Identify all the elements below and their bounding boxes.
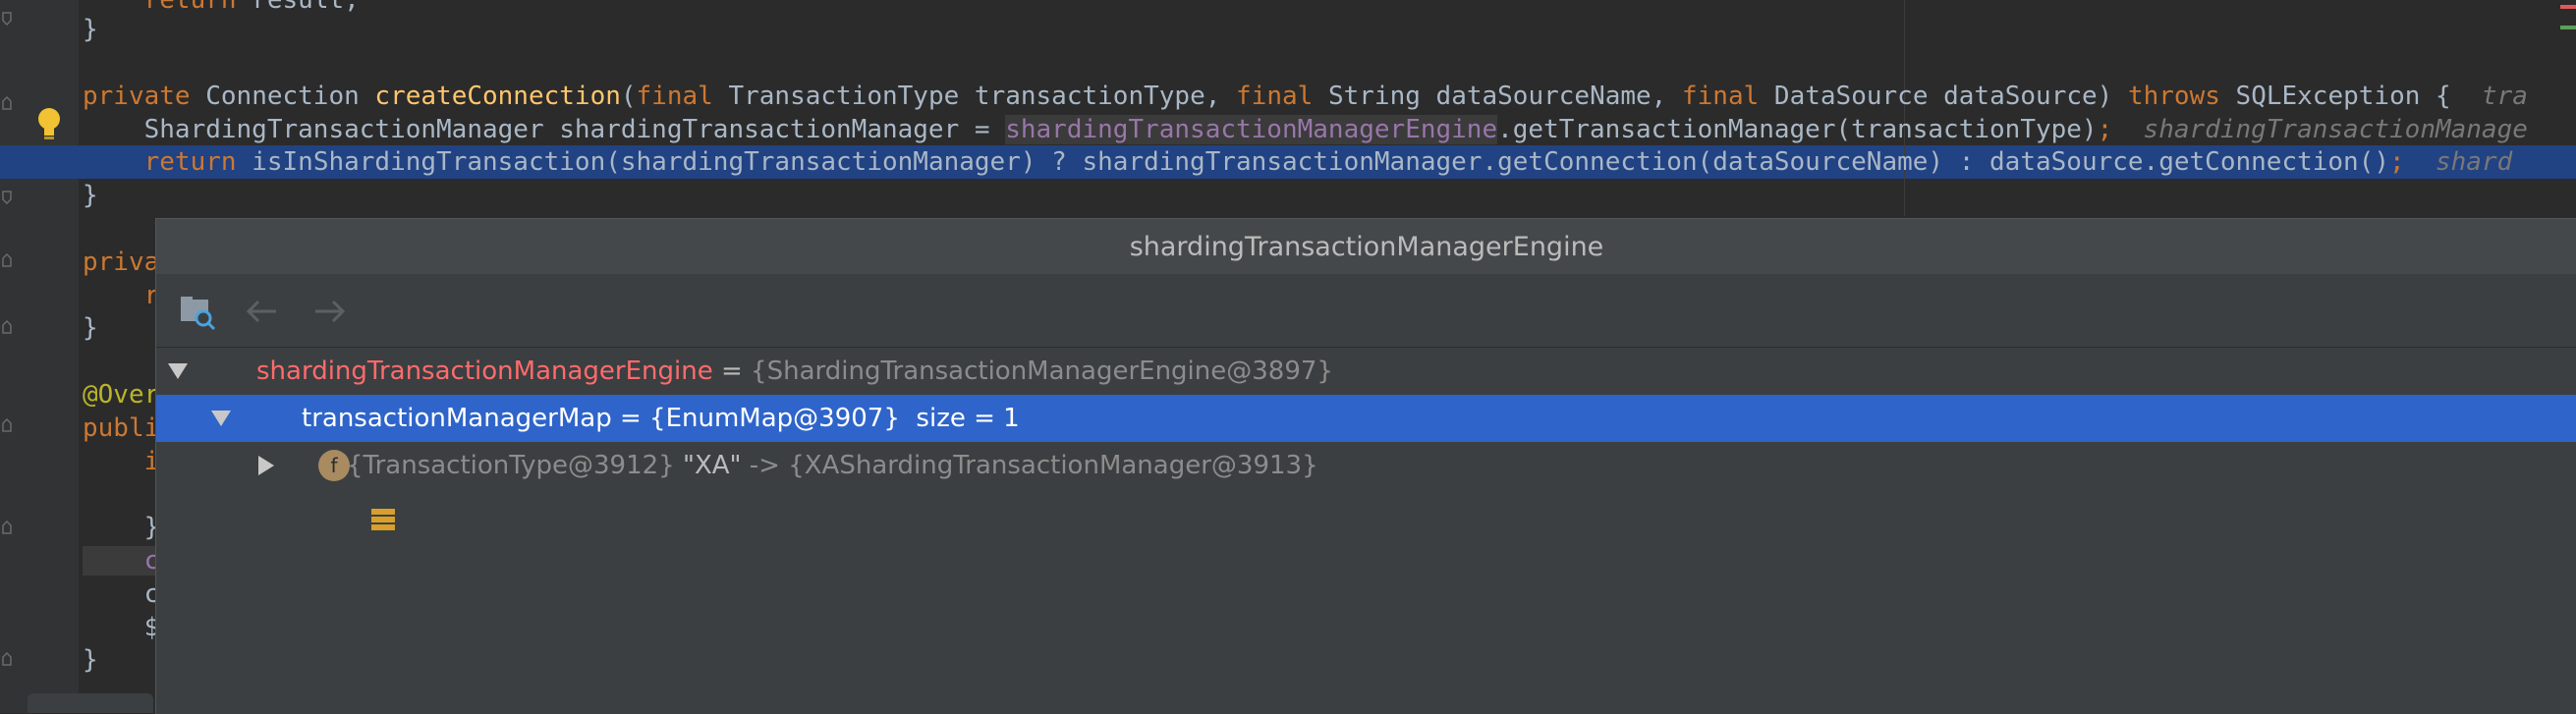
- code-line[interactable]: ShardingTransactionManager shardingTrans…: [83, 113, 2528, 146]
- entry-value: {XAShardingTransactionManager@3913}: [788, 451, 1318, 480]
- lightbulb-icon[interactable]: [35, 106, 63, 143]
- code-line[interactable]: @Over: [83, 378, 159, 412]
- field-size: size = 1: [899, 404, 1020, 433]
- fold-marker-icon[interactable]: [2, 96, 12, 110]
- tree-row-map-entry[interactable]: {TransactionType@3912} "XA" -> {XAShardi…: [156, 442, 2576, 530]
- folder-search-icon[interactable]: [178, 292, 217, 331]
- code-line[interactable]: $: [83, 611, 160, 644]
- code-line[interactable]: c: [83, 577, 160, 611]
- code-line-current[interactable]: return isInShardingTransaction(shardingT…: [83, 145, 2513, 179]
- fold-marker-icon[interactable]: [2, 418, 12, 432]
- code-line[interactable]: }: [83, 179, 98, 212]
- entry-key-string: "XA": [674, 451, 742, 480]
- popup-toolbar: [156, 274, 2576, 348]
- code-line[interactable]: c: [83, 544, 160, 577]
- tree-row-field-selected[interactable]: f transactionManagerMap = {EnumMap@3907}…: [156, 395, 2576, 481]
- code-line[interactable]: priva: [83, 246, 159, 279]
- variable-name: shardingTransactionManagerEngine: [256, 357, 713, 386]
- popup-title[interactable]: shardingTransactionManagerEngine: [156, 219, 2576, 274]
- collapse-arrow-icon[interactable]: [168, 363, 188, 379]
- field-value: {EnumMap@3907}: [649, 404, 900, 433]
- tree-row-root[interactable]: shardingTransactionManagerEngine = {Shar…: [156, 348, 2576, 436]
- error-stripe-marker[interactable]: [2560, 5, 2576, 9]
- code-line[interactable]: }: [83, 311, 98, 345]
- fold-marker-icon[interactable]: [2, 320, 12, 334]
- code-line-method-signature[interactable]: private Connection createConnection(fina…: [83, 80, 2528, 113]
- evaluate-popup: shardingTransactionManagerEngine shardin…: [155, 218, 2576, 714]
- fold-marker-icon[interactable]: [2, 521, 12, 534]
- code-line[interactable]: return result;: [83, 0, 360, 17]
- fold-marker-icon[interactable]: [2, 652, 12, 666]
- fold-marker-icon[interactable]: [2, 253, 12, 267]
- code-line[interactable]: publi: [83, 412, 159, 445]
- entry-key: {TransactionType@3912}: [347, 451, 675, 480]
- variables-tree: shardingTransactionManagerEngine = {Shar…: [156, 348, 2576, 530]
- code-line[interactable]: }: [83, 13, 98, 46]
- fold-marker-icon[interactable]: [2, 12, 12, 26]
- arrow-right-icon[interactable]: [309, 292, 349, 331]
- field-name: transactionManagerMap: [302, 404, 612, 433]
- code-line[interactable]: i: [83, 445, 160, 478]
- bottom-panel-tab[interactable]: [28, 693, 153, 713]
- fold-marker-icon[interactable]: [2, 191, 12, 204]
- expand-arrow-icon[interactable]: [258, 456, 274, 475]
- change-stripe-marker[interactable]: [2560, 26, 2576, 29]
- code-line[interactable]: }: [83, 643, 98, 677]
- code-line[interactable]: }: [83, 511, 160, 544]
- collapse-arrow-icon[interactable]: [211, 411, 231, 426]
- variable-value: {ShardingTransactionManagerEngine@3897}: [751, 357, 1333, 386]
- code-line[interactable]: r: [83, 279, 160, 312]
- arrow-left-icon[interactable]: [243, 292, 282, 331]
